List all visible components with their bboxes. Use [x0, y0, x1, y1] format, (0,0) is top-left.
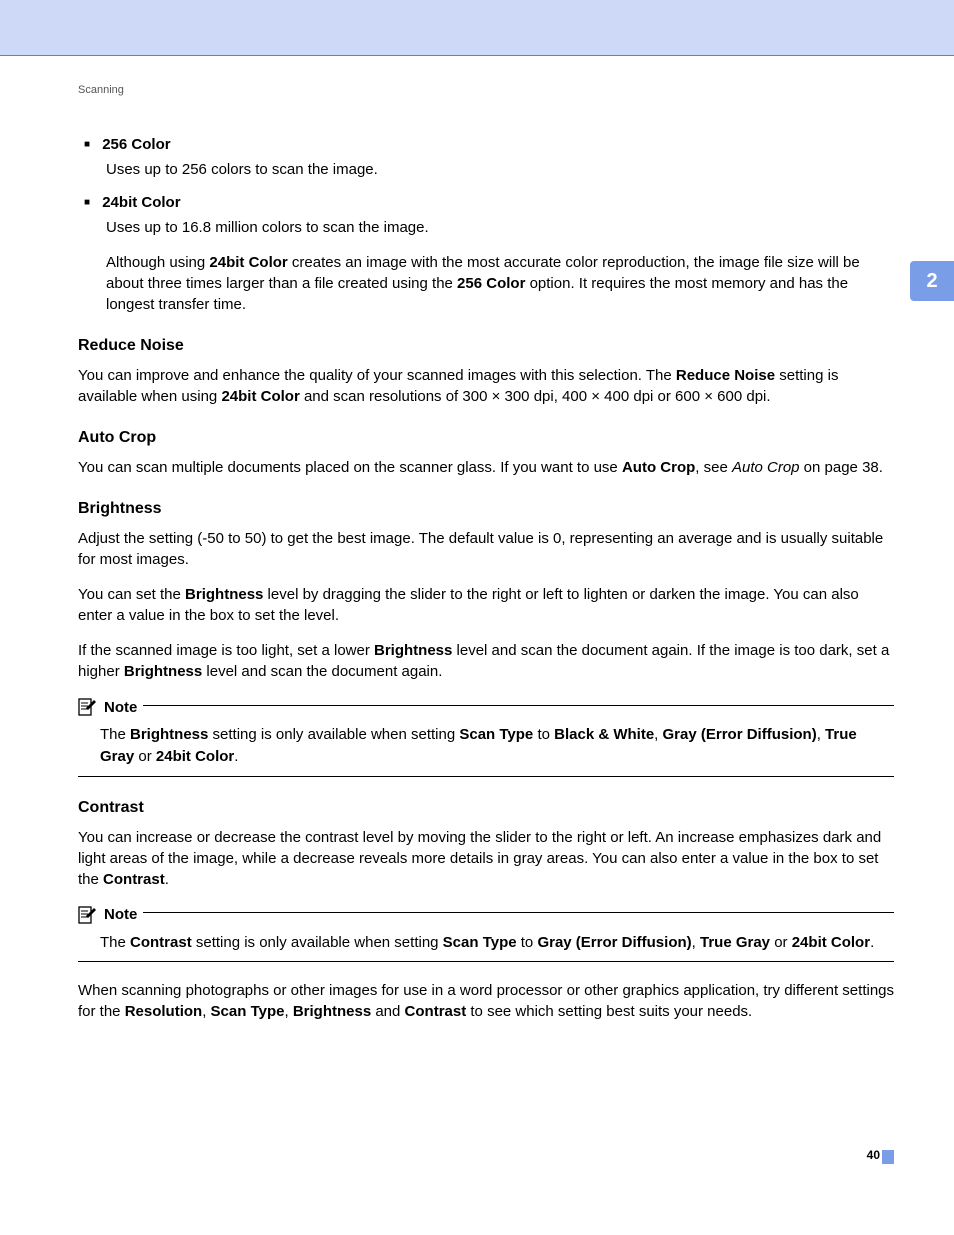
heading-brightness: Brightness	[78, 500, 894, 518]
paragraph: If the scanned image is too light, set a…	[78, 640, 894, 682]
bullet-body: Uses up to 16.8 million colors to scan t…	[106, 217, 894, 238]
paragraph: You can increase or decrease the contras…	[78, 827, 894, 890]
chapter-tab: 2	[910, 261, 954, 301]
note-label: Note	[104, 906, 137, 923]
footer-accent	[882, 1150, 894, 1164]
note-rule-bottom	[78, 961, 894, 962]
note-block: Note The Brightness setting is only avai…	[78, 698, 894, 777]
square-bullet-icon: ■	[84, 139, 90, 150]
bullet-item: ■ 256 Color Uses up to 256 colors to sca…	[84, 136, 894, 180]
note-rule-bottom	[78, 776, 894, 777]
note-label: Note	[104, 699, 137, 716]
bullet-item: ■ 24bit Color Uses up to 16.8 million co…	[84, 194, 894, 315]
heading-auto-crop: Auto Crop	[78, 429, 894, 447]
paragraph-closing: When scanning photographs or other image…	[78, 980, 894, 1022]
paragraph: You can set the Brightness level by drag…	[78, 584, 894, 626]
note-pencil-icon	[78, 906, 98, 924]
paragraph: Adjust the setting (-50 to 50) to get th…	[78, 528, 894, 570]
heading-contrast: Contrast	[78, 799, 894, 817]
page-footer: 40	[78, 1142, 894, 1162]
top-band	[0, 0, 954, 56]
note-rule	[143, 912, 894, 913]
paragraph: You can scan multiple documents placed o…	[78, 457, 894, 478]
paragraph: You can improve and enhance the quality …	[78, 365, 894, 407]
bullet-body: Uses up to 256 colors to scan the image.	[106, 159, 894, 180]
bullet-title: 256 Color	[102, 136, 170, 153]
note-rule	[143, 705, 894, 706]
note-pencil-icon	[78, 698, 98, 716]
note-body: The Contrast setting is only available w…	[100, 932, 894, 954]
note-body: The Brightness setting is only available…	[100, 724, 894, 768]
bullet-title: 24bit Color	[102, 194, 180, 211]
section-label: Scanning	[78, 84, 894, 96]
note-header: Note	[78, 698, 894, 716]
note-header: Note	[78, 906, 894, 924]
note-block: Note The Contrast setting is only availa…	[78, 906, 894, 963]
page-number: 40	[867, 1148, 880, 1162]
page-content: Scanning 2 ■ 256 Color Uses up to 256 co…	[0, 56, 954, 1202]
bullet-list: ■ 256 Color Uses up to 256 colors to sca…	[78, 136, 894, 315]
square-bullet-icon: ■	[84, 197, 90, 208]
bullet-body-extra: Although using 24bit Color creates an im…	[106, 252, 894, 315]
heading-reduce-noise: Reduce Noise	[78, 337, 894, 355]
